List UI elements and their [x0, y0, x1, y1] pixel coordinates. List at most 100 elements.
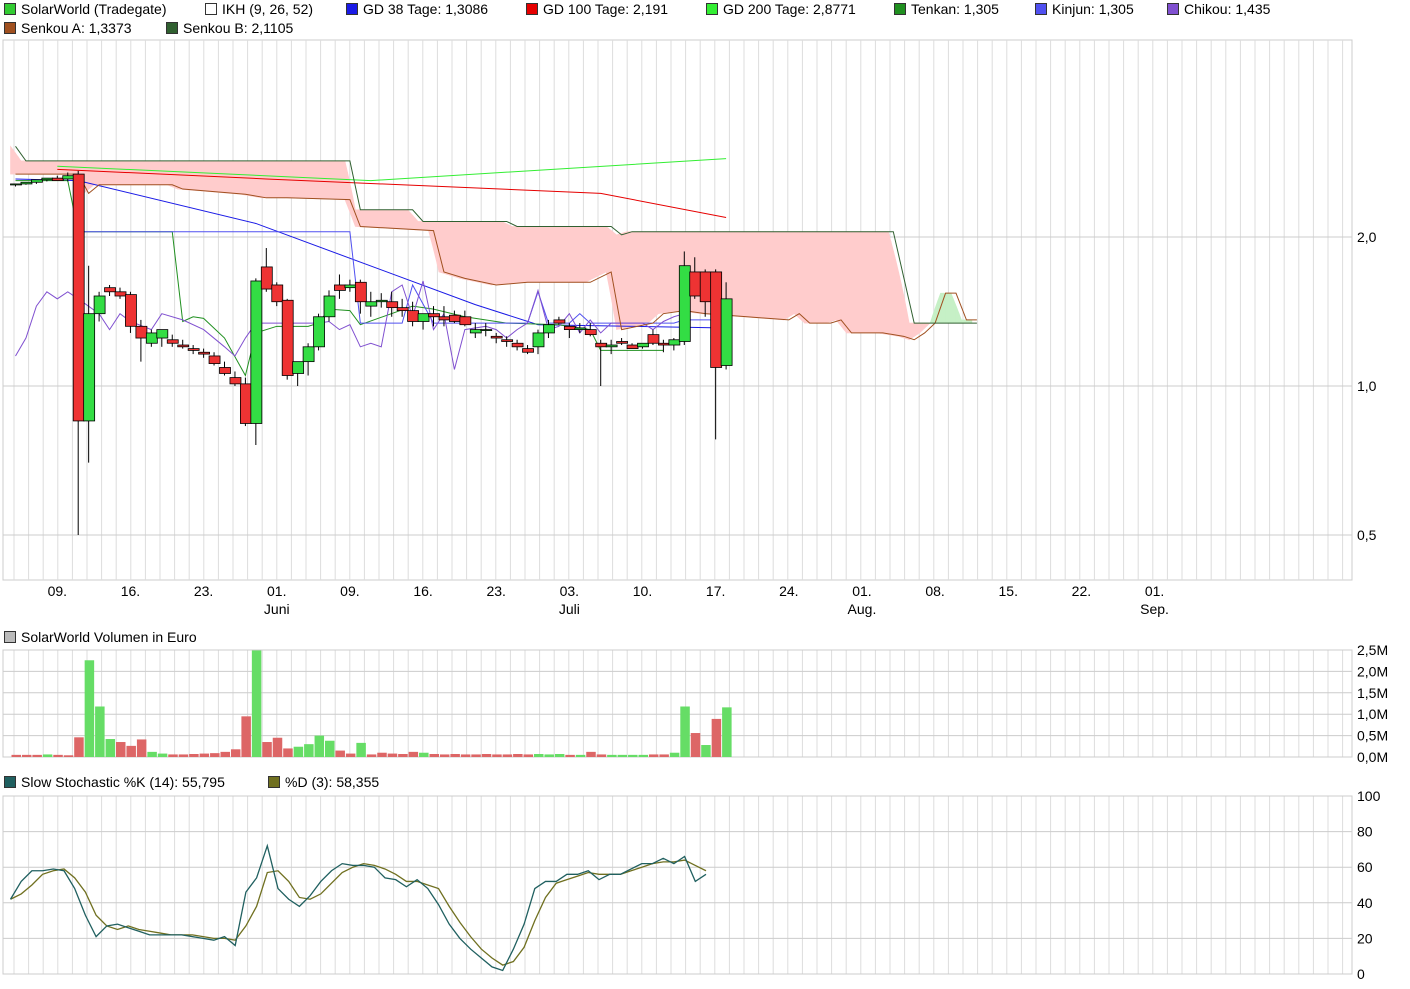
volume-bar [335, 750, 345, 757]
cloud-segment [12, 148, 17, 175]
candle-body [20, 181, 33, 185]
cloud-segment [519, 226, 523, 283]
volume-bar [272, 737, 283, 757]
candle-body [30, 179, 43, 183]
cloud-segment [914, 322, 918, 337]
cloud-segment [822, 231, 826, 324]
cloud-segment [898, 272, 902, 338]
chart-canvas[interactable]: 0,5 1,0 2,0 09. 16. 23. 01. Juni 09. 16. 23. 03. Jul… [0, 0, 1410, 989]
cloud-segment [164, 160, 168, 186]
cloud-segment [791, 231, 795, 316]
cloud-segment [498, 221, 502, 285]
cloud-segment [908, 322, 913, 341]
candle-body [438, 316, 451, 321]
cloud-segment [564, 226, 568, 283]
cloud-segment [571, 226, 576, 283]
cloud-segment [945, 292, 949, 324]
cloud-segment [420, 221, 424, 231]
cloud-segment [577, 226, 581, 283]
volume-bar [554, 754, 565, 757]
cloud-segment [88, 160, 92, 190]
cloud-segment [302, 160, 307, 199]
candle-body [271, 284, 284, 303]
volume-bar [439, 754, 450, 757]
volume-bar [293, 746, 304, 757]
cloud-segment [477, 221, 482, 284]
candle-body [166, 339, 179, 344]
cloud-segment [151, 160, 155, 186]
cloud-segment [506, 223, 510, 284]
cloud-segment [584, 226, 589, 283]
candle-body [616, 341, 628, 344]
cloud-segment [368, 209, 372, 228]
x-tick-label: 08. [925, 583, 944, 599]
volume-bar [63, 755, 74, 757]
cloud-segment [660, 231, 664, 314]
cloud-segment [362, 209, 367, 228]
cloud-segment [297, 160, 301, 199]
cloud-segment [59, 160, 64, 175]
cloud-segment [331, 160, 335, 200]
cloud-segment [527, 226, 531, 283]
cloud-segment [289, 160, 293, 199]
cloud-segment [885, 231, 889, 335]
candle-body [563, 325, 576, 331]
cloud-segment [848, 231, 853, 334]
candle-body [281, 299, 294, 376]
cloud-segment [759, 231, 764, 319]
candle-body [323, 295, 336, 318]
cloud-segment [647, 231, 651, 324]
candle-body [62, 175, 75, 180]
cloud-segment [36, 160, 40, 175]
cloud-segment [629, 231, 633, 328]
cloud-segment [15, 152, 19, 175]
candle-body [156, 329, 169, 339]
cloud-segment [840, 231, 845, 331]
cloud-segment [566, 226, 570, 283]
candle-body [93, 295, 106, 315]
cloud-segment [467, 221, 471, 281]
cloud-segment [916, 322, 920, 336]
cloud-segment [54, 160, 58, 175]
cloud-segment [600, 226, 604, 275]
volume-bar [251, 650, 262, 757]
cloud-segment [767, 231, 772, 320]
candle-body [469, 329, 482, 334]
cloud-segment [874, 231, 879, 334]
candle [281, 298, 294, 380]
cloud-segment [793, 231, 798, 317]
volume-bar [136, 739, 147, 757]
cloud-segment [255, 160, 259, 198]
cloud-segment [658, 231, 662, 315]
candle-body [595, 342, 608, 348]
cloud-segment [861, 231, 866, 334]
volume-bar [701, 745, 711, 757]
cloud-segment [44, 160, 48, 175]
cloud-segment [783, 231, 787, 321]
cloud-segment [754, 231, 758, 319]
cloud-segment [752, 231, 756, 319]
cloud-segment [166, 160, 171, 187]
volume-bar [105, 739, 116, 757]
volume-bar [168, 754, 178, 757]
cloud-segment [893, 251, 897, 337]
cloud-segment [590, 226, 594, 281]
cloud-segment [417, 221, 421, 231]
cloud-segment [820, 231, 824, 324]
cloud-segment [626, 231, 630, 328]
candle-body [41, 177, 54, 181]
cloud-segment [940, 292, 944, 324]
cloud-segment [592, 226, 597, 279]
volume-bar [42, 754, 53, 757]
cloud-segment [404, 209, 408, 230]
cloud-segment [378, 209, 382, 229]
cloud-segment [665, 231, 670, 313]
cloud-segment [373, 209, 377, 229]
candle-body [260, 266, 273, 290]
cloud-segment [156, 160, 160, 186]
candle-body [239, 383, 252, 424]
cloud-segment [422, 221, 427, 231]
cloud-segment [864, 231, 868, 334]
x-tick-label: 23. [194, 583, 213, 599]
volume-bar [648, 754, 659, 757]
